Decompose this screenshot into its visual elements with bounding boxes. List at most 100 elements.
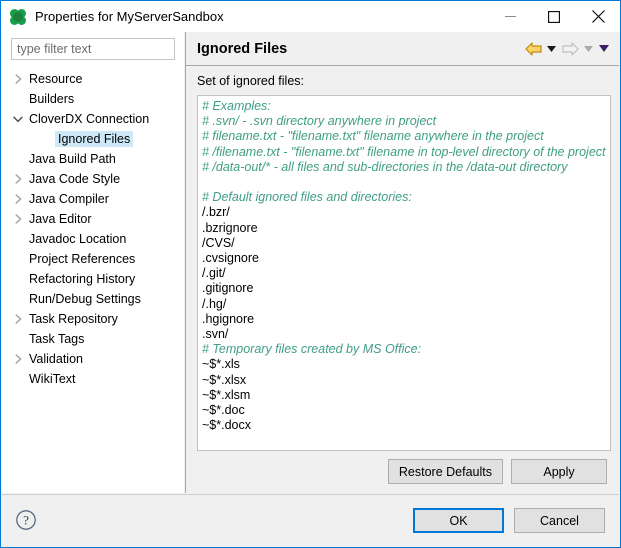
sidebar-item-label: Java Code Style bbox=[26, 171, 123, 187]
tree-indent-spacer bbox=[10, 149, 26, 169]
editor-comment-line: # Examples: bbox=[202, 99, 606, 114]
cancel-button[interactable]: Cancel bbox=[514, 508, 605, 533]
tree-indent-spacer bbox=[10, 249, 26, 269]
tree-indent-spacer bbox=[39, 129, 55, 149]
tree-indent-spacer bbox=[10, 329, 26, 349]
apply-button[interactable]: Apply bbox=[511, 459, 607, 484]
title-bar: Properties for MyServerSandbox bbox=[1, 1, 620, 32]
editor-pattern-line: ~$*.xlsm bbox=[202, 388, 606, 403]
sidebar-item-ignored-files[interactable]: Ignored Files bbox=[2, 129, 184, 149]
window-title: Properties for MyServerSandbox bbox=[35, 9, 224, 24]
chevron-right-icon[interactable] bbox=[10, 69, 26, 89]
editor-comment-line: # /filename.txt - "filename.txt" filenam… bbox=[202, 145, 606, 160]
editor-pattern-line: ~$*.xls bbox=[202, 357, 606, 372]
dialog-footer: ? OK Cancel bbox=[2, 494, 619, 546]
back-history-chevron-down-icon[interactable] bbox=[544, 38, 559, 60]
sidebar-item-label: Java Editor bbox=[26, 211, 95, 227]
dialog-buttons: OK Cancel bbox=[413, 508, 605, 533]
tree-indent-spacer bbox=[10, 289, 26, 309]
sidebar-item-label: Task Tags bbox=[26, 331, 87, 347]
sidebar-item-project-references[interactable]: Project References bbox=[2, 249, 184, 269]
editor-pattern-line: /.hg/ bbox=[202, 297, 606, 312]
page-description: Set of ignored files: bbox=[197, 74, 304, 88]
forward-history-chevron-down-icon[interactable] bbox=[581, 38, 596, 60]
tree-indent-spacer bbox=[10, 89, 26, 109]
settings-tree[interactable]: Resource Builders CloverDX Connection Ignor… bbox=[2, 67, 184, 493]
ok-button[interactable]: OK bbox=[413, 508, 504, 533]
sidebar-item-validation[interactable]: Validation bbox=[2, 349, 184, 369]
sidebar-item-java-editor[interactable]: Java Editor bbox=[2, 209, 184, 229]
sidebar-item-label: Validation bbox=[26, 351, 86, 367]
close-icon[interactable] bbox=[576, 1, 620, 32]
editor-pattern-line: /.bzr/ bbox=[202, 205, 606, 220]
editor-pattern-line: /.git/ bbox=[202, 266, 606, 281]
ignored-files-textarea[interactable]: # Examples:# .svn/ - .svn directory anyw… bbox=[197, 95, 611, 451]
sidebar-item-task-tags[interactable]: Task Tags bbox=[2, 329, 184, 349]
sidebar-item-cloverdx-connection[interactable]: CloverDX Connection bbox=[2, 109, 184, 129]
page-title: Ignored Files bbox=[197, 41, 287, 57]
sidebar-item-label: Refactoring History bbox=[26, 271, 138, 287]
sidebar-item-run-debug-settings[interactable]: Run/Debug Settings bbox=[2, 289, 184, 309]
restore-defaults-button[interactable]: Restore Defaults bbox=[388, 459, 503, 484]
sidebar-item-label: WikiText bbox=[26, 371, 79, 387]
sidebar-item-label: Resource bbox=[26, 71, 86, 87]
forward-arrow-icon[interactable] bbox=[559, 38, 581, 60]
editor-pattern-line: .hgignore bbox=[202, 312, 606, 327]
editor-blank-line bbox=[202, 175, 606, 190]
filter-input[interactable] bbox=[11, 38, 175, 60]
sidebar-item-java-compiler[interactable]: Java Compiler bbox=[2, 189, 184, 209]
editor-pattern-line: ~$*.doc bbox=[202, 403, 606, 418]
editor-pattern-line: ~$*.xlsx bbox=[202, 373, 606, 388]
sidebar-item-label: Java Compiler bbox=[26, 191, 112, 207]
sidebar-item-refactoring-history[interactable]: Refactoring History bbox=[2, 269, 184, 289]
chevron-down-icon[interactable] bbox=[10, 109, 26, 129]
editor-comment-line: # .svn/ - .svn directory anywhere in pro… bbox=[202, 114, 606, 129]
editor-pattern-line: .svn/ bbox=[202, 327, 606, 342]
chevron-right-icon[interactable] bbox=[10, 169, 26, 189]
editor-pattern-line: ~$*.docx bbox=[202, 418, 606, 433]
window-controls bbox=[488, 1, 620, 32]
help-icon[interactable]: ? bbox=[15, 509, 39, 533]
sidebar-item-java-build-path[interactable]: Java Build Path bbox=[2, 149, 184, 169]
sidebar-item-label: Task Repository bbox=[26, 311, 121, 327]
editor-comment-line: # /data-out/* - all files and sub-direct… bbox=[202, 160, 606, 175]
settings-tree-panel: Resource Builders CloverDX Connection Ignor… bbox=[2, 32, 184, 493]
minimize-icon[interactable] bbox=[488, 1, 532, 32]
page-nav-icons bbox=[522, 38, 611, 60]
editor-comment-line: # filename.txt - "filename.txt" filename… bbox=[202, 129, 606, 144]
tree-indent-spacer bbox=[10, 369, 26, 389]
editor-pattern-line: .gitignore bbox=[202, 281, 606, 296]
sidebar-item-javadoc-location[interactable]: Javadoc Location bbox=[2, 229, 184, 249]
properties-dialog: Properties for MyServerSandbox Resource B… bbox=[0, 0, 621, 548]
page-header: Ignored Files bbox=[186, 32, 619, 66]
chevron-right-icon[interactable] bbox=[10, 349, 26, 369]
chevron-right-icon[interactable] bbox=[10, 189, 26, 209]
ignored-files-page: Ignored Files bbox=[185, 32, 619, 493]
tree-indent-spacer bbox=[10, 229, 26, 249]
sidebar-item-task-repository[interactable]: Task Repository bbox=[2, 309, 184, 329]
sidebar-item-label: CloverDX Connection bbox=[26, 111, 152, 127]
page-menu-chevron-down-icon[interactable] bbox=[596, 38, 611, 60]
editor-comment-line: # Default ignored files and directories: bbox=[202, 190, 606, 205]
maximize-icon[interactable] bbox=[532, 1, 576, 32]
editor-pattern-line: /CVS/ bbox=[202, 236, 606, 251]
sidebar-item-label: Javadoc Location bbox=[26, 231, 129, 247]
sidebar-item-label: Builders bbox=[26, 91, 77, 107]
sidebar-item-resource[interactable]: Resource bbox=[2, 69, 184, 89]
sidebar-item-label: Java Build Path bbox=[26, 151, 119, 167]
chevron-right-icon[interactable] bbox=[10, 309, 26, 329]
editor-pattern-line: .bzrignore bbox=[202, 221, 606, 236]
page-action-buttons: Restore Defaults Apply bbox=[186, 459, 607, 484]
back-arrow-icon[interactable] bbox=[522, 38, 544, 60]
sidebar-item-java-code-style[interactable]: Java Code Style bbox=[2, 169, 184, 189]
sidebar-item-builders[interactable]: Builders bbox=[2, 89, 184, 109]
sidebar-item-wikitext[interactable]: WikiText bbox=[2, 369, 184, 389]
sidebar-item-label: Run/Debug Settings bbox=[26, 291, 144, 307]
clover-icon bbox=[10, 9, 26, 25]
svg-text:?: ? bbox=[23, 512, 29, 527]
editor-comment-line: # Temporary files created by MS Office: bbox=[202, 342, 606, 357]
tree-indent-spacer bbox=[10, 269, 26, 289]
sidebar-item-label: Project References bbox=[26, 251, 138, 267]
chevron-right-icon[interactable] bbox=[10, 209, 26, 229]
editor-pattern-line: .cvsignore bbox=[202, 251, 606, 266]
